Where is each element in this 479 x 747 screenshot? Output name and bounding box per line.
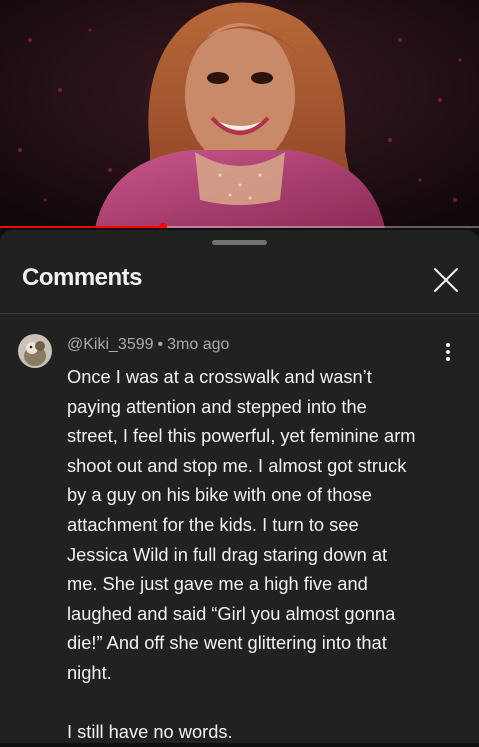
sheet-title: Comments	[22, 264, 143, 291]
video-progress-fill	[0, 226, 163, 228]
comment-line: Jessica Wild in full drag staring down a…	[67, 543, 388, 565]
comment-line: Once I was at a crosswalk and wasn’t	[67, 366, 372, 387]
more-vert-icon-dot	[446, 357, 450, 361]
comment-line: me. She just gave me a high five and	[67, 573, 368, 595]
close-icon	[434, 268, 458, 292]
comment-line: laughed and said “Girl you almost gonna	[67, 602, 396, 624]
comment-line: I still have no words.	[67, 721, 233, 743]
video-progress-bar[interactable]	[0, 223, 479, 228]
more-vert-icon	[446, 343, 450, 347]
comments-sheet: Comments @Kiki_3599 • 3mo ago Once I was a…	[0, 230, 479, 743]
video-progress-thumb[interactable]	[158, 223, 167, 228]
avatar-image	[18, 334, 52, 368]
comment-line: night.	[67, 661, 112, 683]
meta-separator: •	[157, 336, 164, 353]
comment-line: by a guy on his bike with one of those	[67, 484, 372, 506]
comment-meta: @Kiki_3599 • 3mo ago	[67, 336, 229, 354]
divider	[0, 313, 479, 314]
drag-handle[interactable]	[212, 240, 267, 245]
comment-line: paying attention and stepped into the	[67, 395, 367, 417]
comment-line: street, I feel this powerful, yet femini…	[67, 425, 416, 447]
video-player[interactable]	[0, 0, 479, 228]
video-frame	[0, 0, 479, 228]
comment-line: attachment for the kids. I turn to see	[67, 513, 359, 535]
comment-line: die!” And off she went glittering into t…	[67, 632, 387, 654]
comment-text: Once I was at a crosswalk and wasn’t pay…	[67, 362, 462, 747]
comment-line: shoot out and stop me. I almost got stru…	[67, 454, 407, 476]
close-button[interactable]	[426, 260, 466, 300]
more-vert-icon-dot	[446, 350, 450, 354]
comment-time: 3mo ago	[167, 336, 230, 353]
avatar[interactable]	[18, 334, 52, 368]
comment-author[interactable]: @Kiki_3599	[67, 336, 154, 353]
